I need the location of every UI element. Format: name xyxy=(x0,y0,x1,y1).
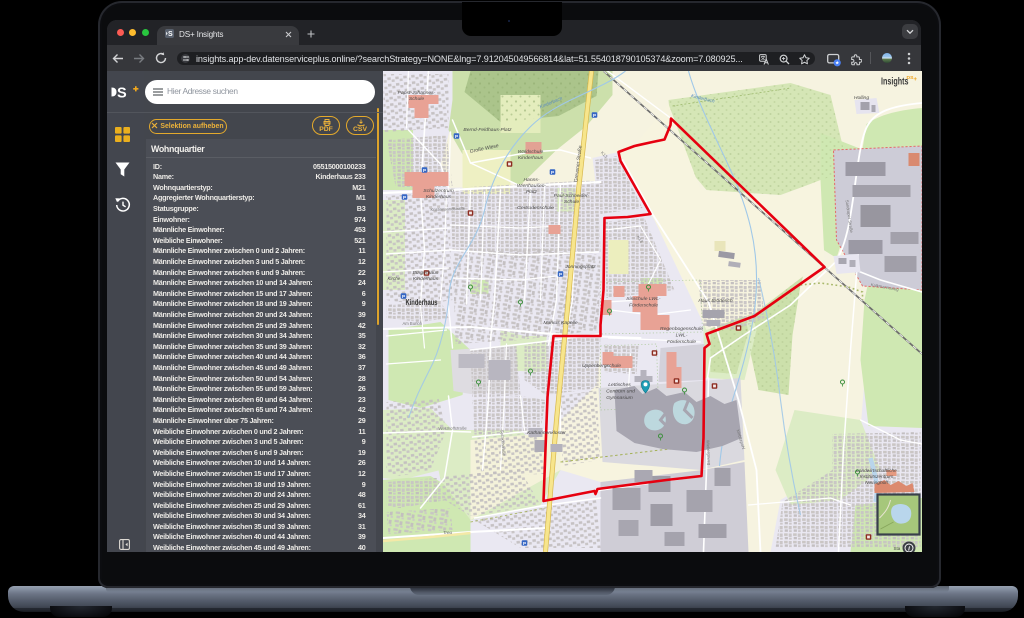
svg-text:P: P xyxy=(402,195,405,200)
svg-text:Westhoffstraße: Westhoffstraße xyxy=(438,425,467,431)
svg-text:+: + xyxy=(913,77,917,83)
svg-text:Insights: Insights xyxy=(880,76,908,87)
svg-text:Gymnasium: Gymnasium xyxy=(606,395,633,401)
svg-text:P: P xyxy=(558,272,561,277)
svg-text:Lettisches: Lettisches xyxy=(608,382,631,388)
svg-text:Platz: Platz xyxy=(525,189,537,195)
svg-text:Kinderhaus: Kinderhaus xyxy=(425,194,451,200)
svg-text:Kinderhaus: Kinderhaus xyxy=(517,155,543,161)
svg-text:Holling: Holling xyxy=(853,95,868,101)
svg-text:P: P xyxy=(454,134,457,139)
svg-text:P: P xyxy=(550,170,553,175)
svg-text:Förderschule: Förderschule xyxy=(666,339,695,345)
svg-text:i: i xyxy=(908,545,910,552)
svg-text:LWL-: LWL- xyxy=(675,332,687,338)
svg-text:P: P xyxy=(422,168,425,173)
svg-text:Gertrudenschule: Gertrudenschule xyxy=(517,205,554,211)
svg-text:P: P xyxy=(592,113,595,118)
svg-text:S: S xyxy=(168,31,173,38)
svg-text:Schule: Schule xyxy=(408,96,423,102)
svg-text:Regenbogenschule: Regenbogenschule xyxy=(660,326,703,332)
svg-text:Kirche: Kirche xyxy=(387,276,400,281)
svg-text:Markus Kapelle: Markus Kapelle xyxy=(543,320,578,326)
svg-text:Jonningsplatz: Jonningsplatz xyxy=(564,264,596,270)
svg-text:S: S xyxy=(117,85,127,101)
svg-text:Kinderhaus: Kinderhaus xyxy=(405,297,437,307)
svg-text:Schule: Schule xyxy=(563,199,578,205)
svg-text:Bernd-Feldhaus-Platz: Bernd-Feldhaus-Platz xyxy=(463,127,512,133)
svg-text:Haus Bröderich: Haus Bröderich xyxy=(698,298,733,304)
svg-text:Sta: Sta xyxy=(893,546,900,551)
svg-text:P: P xyxy=(522,541,525,546)
svg-text:Nevinghoff: Nevinghoff xyxy=(865,480,889,486)
svg-text:Kinderhaus: Kinderhaus xyxy=(412,276,438,282)
svg-text:Am Burloh: Am Burloh xyxy=(402,321,422,326)
svg-text:Centrum und: Centrum und xyxy=(606,388,635,394)
svg-text:Katharinenkloster: Katharinenkloster xyxy=(527,430,566,436)
svg-text:Institutszentrum: Institutszentrum xyxy=(859,474,893,480)
svg-text:Irisschule LWL-: Irisschule LWL- xyxy=(626,296,661,302)
svg-text:Uppenbergschule: Uppenbergschule xyxy=(581,363,620,369)
svg-text:Landwirtschaftliche: Landwirtschaftliche xyxy=(856,468,897,474)
svg-text:Förderschule: Förderschule xyxy=(628,302,657,308)
svg-text:Treu: Treu xyxy=(443,530,452,535)
